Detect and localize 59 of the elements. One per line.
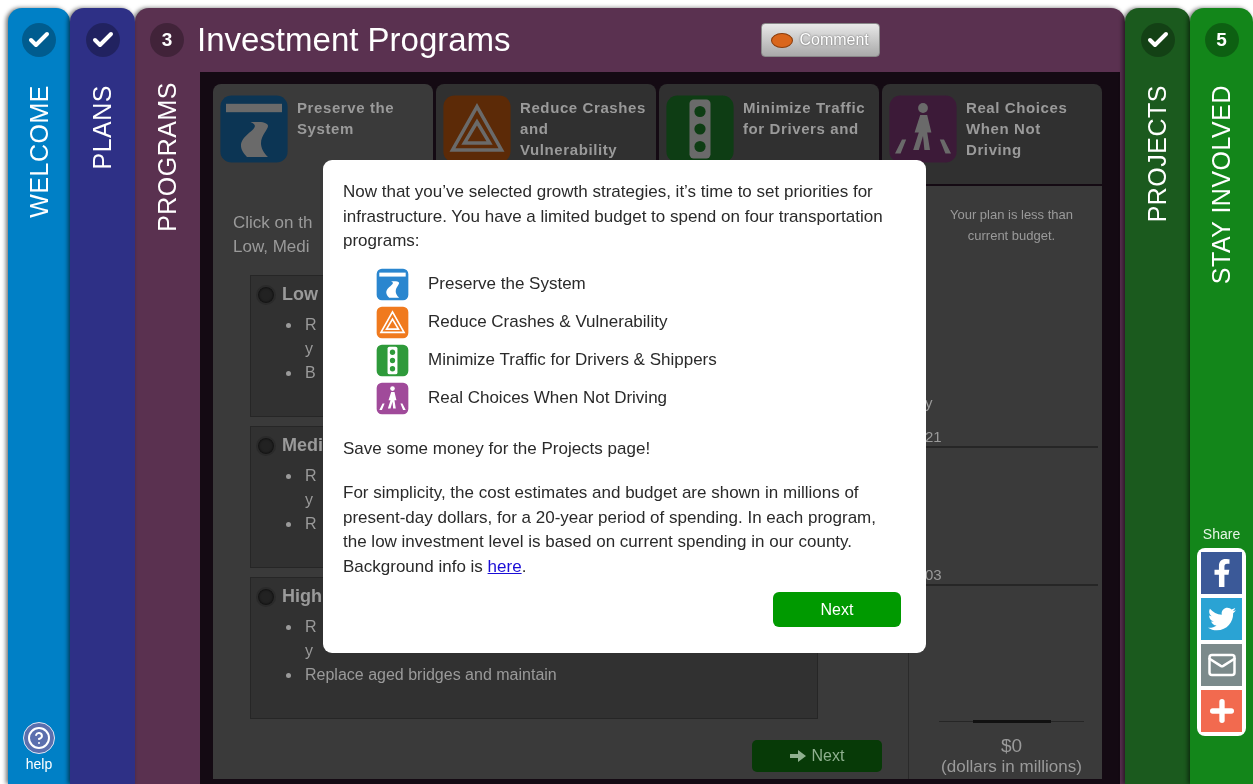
- comment-icon: [771, 32, 794, 48]
- budget-total: $0: [1000, 735, 1023, 757]
- option-text: R: [305, 515, 317, 533]
- option-text: y: [305, 642, 313, 660]
- option-label: Medi: [282, 435, 323, 456]
- budget-label: 03: [925, 566, 942, 584]
- road-icon: [376, 267, 409, 301]
- help-label: help: [25, 756, 53, 772]
- program-name: Minimize Traffic for Drivers & Shippers: [428, 348, 717, 371]
- option-text: Replace aged bridges and maintain: [305, 666, 557, 684]
- step-label[interactable]: PROJECTS: [1143, 85, 1172, 223]
- budget-unit: (dollars in millions): [941, 757, 1082, 777]
- option-text: R: [305, 618, 317, 636]
- email-icon[interactable]: [1201, 644, 1242, 686]
- option-text: B: [305, 364, 316, 382]
- program-name: Real Choices When Not Driving: [428, 386, 668, 409]
- dialog-details: For simplicity, the cost estimates and budget are shown in millions of present-day dollars, for a 20-year period of spending. In each program, the low investment level is based on current spending in our county. Background info is here.: [343, 482, 877, 578]
- step-number: 3: [150, 23, 184, 57]
- road-icon: [219, 94, 289, 164]
- option-label: Low: [282, 284, 318, 305]
- step-label[interactable]: WELCOME: [24, 85, 54, 218]
- pedestrian-crossing-icon: [888, 94, 958, 164]
- instruction-text: Click on th: [233, 212, 313, 234]
- step-label[interactable]: STAY INVOLVED: [1207, 85, 1236, 285]
- option-text: y: [305, 340, 313, 358]
- plus-icon[interactable]: [1201, 690, 1242, 732]
- pedestrian-crossing-icon: [376, 381, 409, 415]
- bullet-icon: [286, 624, 291, 630]
- instruction-text: Low, Medi: [233, 236, 310, 258]
- step-label[interactable]: PROGRAMS: [153, 82, 182, 232]
- bullet-icon: [286, 672, 291, 678]
- radio-button[interactable]: [256, 586, 276, 607]
- help-icon[interactable]: [23, 722, 55, 754]
- program-name: Preserve the System: [428, 272, 586, 295]
- facebook-icon[interactable]: [1201, 552, 1242, 594]
- option-text: R: [305, 467, 317, 485]
- step-number: 5: [1204, 23, 1239, 57]
- budget-message: Your plan is less than current budget.: [948, 206, 1075, 245]
- bullet-icon: [286, 473, 291, 479]
- background-info-link[interactable]: here: [487, 556, 522, 576]
- program-name: Reduce Crashes & Vulnerability: [428, 310, 668, 333]
- bullet-icon: [286, 322, 291, 328]
- step-label[interactable]: PLANS: [88, 85, 117, 170]
- budget-label: 21: [925, 428, 942, 446]
- twitter-icon[interactable]: [1201, 598, 1242, 640]
- dialog-note: Save some money for the Projects page!: [343, 437, 652, 460]
- radio-button[interactable]: [256, 435, 276, 456]
- page-title: Investment Programs: [197, 21, 511, 59]
- option-text: y: [305, 491, 313, 509]
- radio-button[interactable]: [256, 284, 276, 305]
- next-button[interactable]: Next: [773, 592, 901, 627]
- option-text: R: [305, 316, 317, 334]
- traffic-light-icon: [376, 343, 409, 377]
- option-label: High: [282, 586, 322, 607]
- arrow-icon: [789, 750, 806, 762]
- program-tab[interactable]: Real Choices When Not Driving: [882, 84, 1102, 184]
- bullet-icon: [286, 370, 291, 376]
- share-label: Share: [1202, 526, 1241, 542]
- bullet-icon: [286, 521, 291, 527]
